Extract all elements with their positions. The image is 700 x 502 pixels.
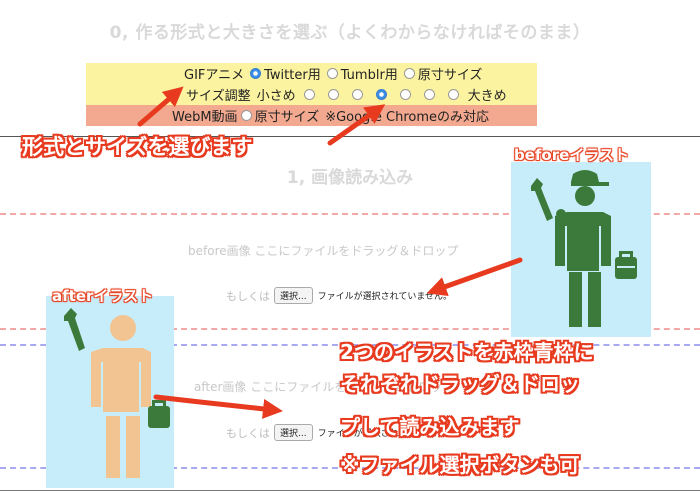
- instruction-line-2: それぞれドラッグ＆ドロッ: [340, 372, 580, 396]
- arrow-to-gif-options: [137, 86, 184, 127]
- format-callout: 形式とサイズを選びます: [22, 135, 253, 159]
- instruction-line-3: プして読み込みます: [340, 415, 520, 439]
- instruction-line-1: 2つのイラストを赤枠青枠に: [340, 340, 594, 364]
- arrow-to-size-options: [327, 104, 386, 146]
- instruction-line-4: ※ファイル選択ボタンも可: [340, 453, 580, 477]
- arrow-before-to-dropzone: [426, 257, 523, 297]
- arrow-after-to-dropzone: [153, 394, 283, 419]
